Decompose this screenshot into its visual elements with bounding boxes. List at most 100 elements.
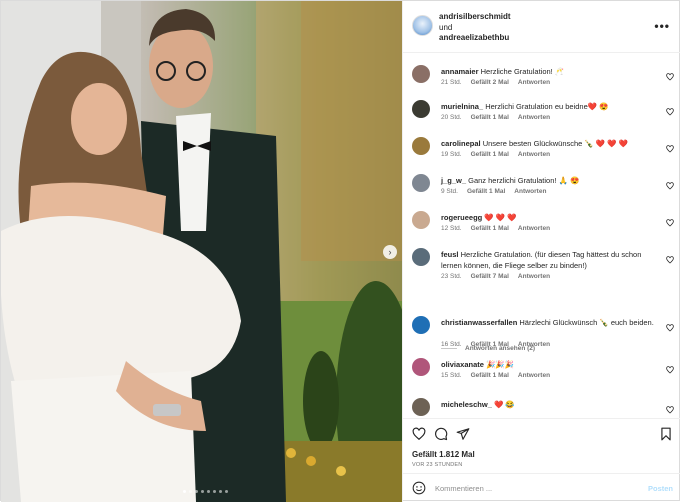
view-replies-label: Antworten ansehen (2) bbox=[465, 345, 536, 352]
comment-age: 21 Std. bbox=[441, 79, 462, 86]
comment-text: Ganz herzlichi Gratulation! 🙏 😍 bbox=[468, 176, 580, 185]
likes-count[interactable]: Gefällt 1.812 Mal bbox=[412, 450, 475, 459]
heart-icon[interactable] bbox=[666, 108, 674, 116]
avatar[interactable] bbox=[412, 15, 433, 36]
carousel-dot bbox=[201, 490, 204, 493]
bookmark-icon[interactable] bbox=[659, 427, 673, 441]
comment-likes[interactable]: Gefällt 1 Mal bbox=[467, 188, 505, 195]
emoji-icon[interactable] bbox=[412, 481, 426, 495]
comment-likes[interactable]: Gefällt 7 Mal bbox=[471, 273, 509, 280]
comment-body: christianwasserfallen Härzlechi Glückwün… bbox=[441, 317, 661, 328]
reply-button[interactable]: Antworten bbox=[514, 188, 546, 195]
post-actions: Gefällt 1.812 Mal VOR 23 STUNDEN bbox=[403, 418, 680, 471]
comment-username[interactable]: murielnina_ bbox=[441, 102, 483, 111]
carousel-dot bbox=[219, 490, 222, 493]
reply-button[interactable]: Antworten bbox=[518, 79, 550, 86]
comment-username[interactable]: annamaier bbox=[441, 67, 479, 76]
avatar[interactable] bbox=[412, 398, 430, 416]
comment-age: 20 Std. bbox=[441, 114, 462, 121]
reply-button[interactable]: Antworten bbox=[518, 114, 550, 121]
avatar[interactable] bbox=[412, 358, 430, 376]
carousel-dot bbox=[195, 490, 198, 493]
avatar[interactable] bbox=[412, 248, 430, 266]
comment-meta: 9 Std. Gefällt 1 Mal Antworten bbox=[441, 188, 555, 195]
heart-icon[interactable] bbox=[666, 219, 674, 227]
reply-button[interactable]: Antworten bbox=[518, 225, 550, 232]
comment-body: carolinepal Unsere besten Glückwünsche 🍾… bbox=[441, 138, 661, 149]
comment-input[interactable] bbox=[435, 482, 635, 495]
comment-icon[interactable] bbox=[434, 427, 448, 441]
comment-meta: 21 Std. Gefällt 2 Mal Antworten bbox=[441, 79, 559, 86]
comment-body: annamaier Herzliche Gratulation! 🥂 bbox=[441, 66, 661, 77]
carousel-dot bbox=[207, 490, 210, 493]
comment-likes[interactable]: Gefällt 1 Mal bbox=[471, 114, 509, 121]
comment-meta: 12 Std. Gefällt 1 Mal Antworten bbox=[441, 225, 559, 232]
coauthor-username[interactable]: andreaelizabethbu bbox=[439, 33, 511, 44]
comment-likes[interactable]: Gefällt 2 Mal bbox=[471, 79, 509, 86]
comment-text: ❤️ ❤️ ❤️ bbox=[484, 213, 517, 222]
comment-body: murielnina_ Herzlichi Gratulation eu bei… bbox=[441, 101, 661, 112]
heart-icon[interactable] bbox=[666, 324, 674, 332]
comment-username[interactable]: j_g_w_ bbox=[441, 176, 466, 185]
comment-likes[interactable]: Gefällt 1 Mal bbox=[471, 372, 509, 379]
comment-text: Härzlechi Glückwünsch 🍾 euch beiden. bbox=[519, 318, 654, 327]
heart-icon[interactable] bbox=[412, 427, 426, 441]
comment-meta: 20 Std. Gefällt 1 Mal Antworten bbox=[441, 114, 559, 121]
comment-body: rogerueegg ❤️ ❤️ ❤️ bbox=[441, 212, 661, 223]
comment-username[interactable]: rogerueegg bbox=[441, 213, 482, 222]
carousel-dot bbox=[225, 490, 228, 493]
replies-divider bbox=[441, 347, 457, 349]
next-image-button[interactable]: › bbox=[383, 245, 397, 259]
comment-text: ❤️ 😂 bbox=[493, 400, 515, 409]
comment-username[interactable]: carolinepal bbox=[441, 139, 481, 148]
carousel-indicator bbox=[183, 490, 228, 493]
carousel-dot bbox=[189, 490, 192, 493]
carousel-dot bbox=[183, 490, 186, 493]
comment-body: j_g_w_ Ganz herzlichi Gratulation! 🙏 😍 bbox=[441, 175, 661, 186]
wedding-photo-illustration bbox=[1, 1, 402, 502]
comment-meta: 19 Std. Gefällt 1 Mal Antworten bbox=[441, 151, 559, 158]
comment-username[interactable]: christianwasserfallen bbox=[441, 318, 517, 327]
reply-button[interactable]: Antworten bbox=[518, 273, 550, 280]
heart-icon[interactable] bbox=[666, 73, 674, 81]
heart-icon[interactable] bbox=[666, 182, 674, 190]
comment-body: oliviaxanate 🎉🎉🎉 bbox=[441, 359, 661, 370]
comment-composer: Posten bbox=[403, 473, 680, 502]
post-timestamp: VOR 23 STUNDEN bbox=[412, 462, 463, 468]
reply-button[interactable]: Antworten bbox=[518, 151, 550, 158]
comment-username[interactable]: oliviaxanate bbox=[441, 360, 484, 369]
author-separator: und bbox=[439, 22, 453, 32]
avatar[interactable] bbox=[412, 65, 430, 83]
comment-age: 23 Std. bbox=[441, 273, 462, 280]
comment-username[interactable]: feusl bbox=[441, 250, 459, 259]
comment-body: feusl Herzliche Gratulation. (für diesen… bbox=[441, 249, 661, 271]
heart-icon[interactable] bbox=[666, 366, 674, 374]
avatar[interactable] bbox=[412, 211, 430, 229]
avatar[interactable] bbox=[412, 100, 430, 118]
comment-meta: 15 Std. Gefällt 1 Mal Antworten bbox=[441, 372, 559, 379]
comment-username[interactable]: micheleschw_ bbox=[441, 400, 492, 409]
share-icon[interactable] bbox=[456, 427, 470, 441]
view-replies-button[interactable]: Antworten ansehen (2) bbox=[441, 345, 535, 352]
heart-icon[interactable] bbox=[666, 145, 674, 153]
avatar[interactable] bbox=[412, 137, 430, 155]
comment-text: Unsere besten Glückwünsche 🍾 ❤️ ❤️ ❤️ bbox=[482, 139, 629, 148]
post-modal: › andrisilberschmidt und andreaelizabeth… bbox=[0, 0, 680, 502]
comment-text: Herzliche Gratulation. (für diesen Tag h… bbox=[441, 250, 642, 270]
heart-icon[interactable] bbox=[666, 256, 674, 264]
post-photo[interactable]: › bbox=[1, 1, 402, 502]
heart-icon[interactable] bbox=[666, 406, 674, 414]
reply-button[interactable]: Antworten bbox=[518, 372, 550, 379]
post-comment-button[interactable]: Posten bbox=[648, 484, 673, 493]
author-username[interactable]: andrisilberschmidt bbox=[439, 12, 511, 23]
post-sidebar: andrisilberschmidt und andreaelizabethbu… bbox=[402, 1, 680, 502]
avatar[interactable] bbox=[412, 316, 430, 334]
avatar[interactable] bbox=[412, 174, 430, 192]
comment-age: 9 Std. bbox=[441, 188, 458, 195]
comment-body: micheleschw_ ❤️ 😂 bbox=[441, 399, 661, 410]
comment-likes[interactable]: Gefällt 1 Mal bbox=[471, 151, 509, 158]
comment-text: Herzlichi Gratulation eu beidne❤️ 😍 bbox=[485, 102, 609, 111]
carousel-dot bbox=[213, 490, 216, 493]
more-horizontal-icon[interactable]: ••• bbox=[654, 19, 670, 33]
comment-likes[interactable]: Gefällt 1 Mal bbox=[471, 225, 509, 232]
